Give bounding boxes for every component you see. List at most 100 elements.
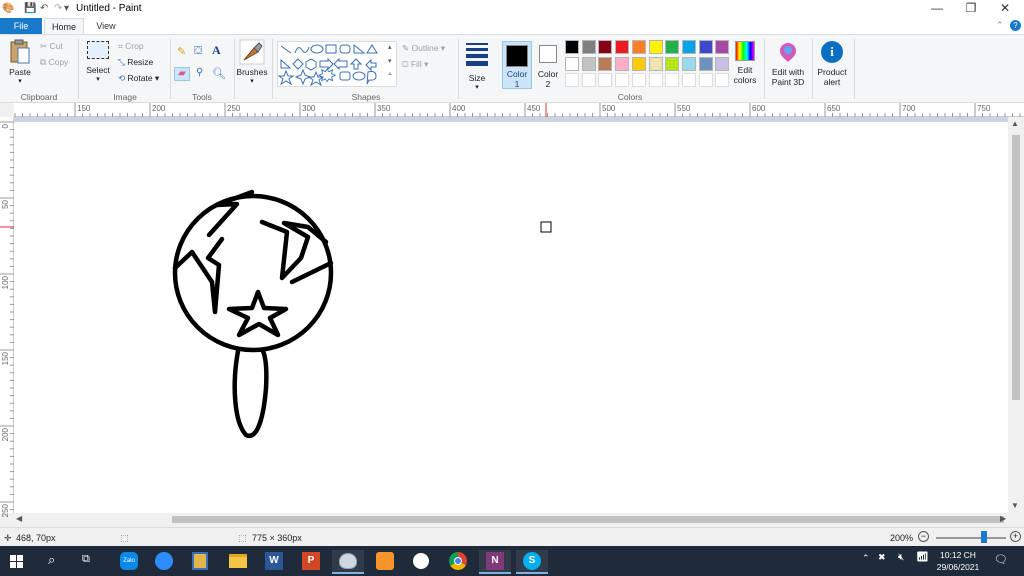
palette-swatch[interactable]	[648, 40, 663, 54]
palette-swatch-custom[interactable]	[681, 73, 696, 88]
windows-start-icon[interactable]	[10, 555, 23, 568]
scroll-down-icon[interactable]: ▼	[1011, 501, 1019, 510]
close-button[interactable]: ✕	[988, 0, 1022, 18]
taskbar-file-explorer[interactable]	[222, 550, 254, 574]
collapse-ribbon-icon[interactable]: ⌃	[996, 20, 1004, 31]
palette-swatch-custom[interactable]	[715, 73, 730, 88]
palette-swatch-custom[interactable]	[698, 73, 713, 88]
palette-swatch-custom[interactable]	[631, 73, 646, 88]
palette-swatch[interactable]	[598, 56, 613, 71]
undo-icon[interactable]: ↶	[40, 3, 48, 14]
taskbar-media[interactable]	[405, 550, 437, 574]
taskbar-snipping[interactable]	[184, 550, 216, 574]
tab-view[interactable]: View	[88, 18, 124, 34]
palette-swatch[interactable]	[581, 56, 596, 71]
shapes-scroll-down-icon[interactable]: ▾	[388, 57, 392, 65]
task-view-icon[interactable]: ⧉	[82, 553, 90, 566]
paste-dropdown-icon[interactable]: ▾	[6, 77, 34, 85]
zoom-slider-thumb[interactable]	[980, 531, 987, 543]
palette-swatch-custom[interactable]	[665, 73, 680, 88]
brushes-dropdown-icon[interactable]: ▾	[236, 77, 268, 85]
color-picker-icon[interactable]: ⚲	[196, 67, 203, 78]
palette-swatch-custom[interactable]	[565, 73, 579, 88]
brushes-button[interactable]: Brushes ▾	[236, 39, 268, 85]
paste-button[interactable]: Paste ▾	[6, 39, 34, 85]
shapes-scroll-up-icon[interactable]: ▴	[388, 43, 392, 51]
product-alert-button[interactable]: i Product alert	[814, 41, 850, 87]
palette-swatch[interactable]	[648, 56, 663, 71]
resize-button[interactable]: ⤡ Resize	[118, 57, 153, 68]
taskbar-onenote[interactable]: N	[479, 550, 511, 574]
system-clock[interactable]: 10:12 CH 29/06/2021	[930, 549, 986, 573]
tray-chevron-icon[interactable]: ⌃	[862, 553, 870, 564]
palette-swatch-custom[interactable]	[648, 73, 663, 88]
vertical-scroll-thumb[interactable]	[1012, 135, 1020, 400]
save-icon[interactable]: 💾	[24, 3, 36, 14]
select-dropdown-icon[interactable]: ▾	[84, 75, 112, 83]
select-button[interactable]: Select ▾	[84, 41, 112, 83]
eraser-icon[interactable]: ▰	[174, 67, 190, 81]
zoom-slider-track[interactable]	[936, 537, 1006, 539]
palette-swatch[interactable]	[615, 56, 630, 71]
palette-swatch-custom[interactable]	[581, 73, 596, 88]
scroll-left-icon[interactable]: ◀	[16, 514, 22, 523]
edit-colors-button[interactable]: Edit colors	[730, 41, 760, 85]
palette-swatch[interactable]	[631, 56, 646, 71]
color2-button[interactable]: Color 2	[536, 41, 560, 89]
palette-swatch[interactable]	[665, 40, 680, 54]
drawing-canvas[interactable]	[14, 122, 1008, 513]
palette-swatch[interactable]	[615, 40, 630, 54]
edit-with-paint3d-button[interactable]: Edit with Paint 3D	[766, 41, 810, 87]
zoom-in-button[interactable]: +	[1010, 531, 1021, 542]
outline-button[interactable]: ✎ Outline ▾	[402, 43, 445, 54]
tab-file[interactable]: File	[0, 18, 42, 34]
scroll-up-icon[interactable]: ▲	[1011, 119, 1019, 128]
palette-swatch[interactable]	[698, 56, 713, 71]
palette-swatch-custom[interactable]	[615, 73, 630, 88]
size-dropdown-icon[interactable]: ▾	[462, 83, 492, 91]
palette-swatch[interactable]	[565, 40, 579, 54]
palette-swatch-custom[interactable]	[598, 73, 613, 88]
pencil-icon[interactable]: ✎	[177, 45, 186, 58]
size-button[interactable]: Size ▾	[462, 41, 492, 91]
tray-app-icon[interactable]: ✖	[878, 552, 886, 563]
crop-button[interactable]: ⌗ Crop	[118, 41, 144, 52]
notifications-icon[interactable]: 🗨︎	[994, 553, 1008, 566]
palette-swatch[interactable]	[681, 40, 696, 54]
help-icon[interactable]: ?	[1010, 20, 1021, 31]
fill-bucket-icon[interactable]: ⛋	[194, 45, 202, 58]
horizontal-scrollbar[interactable]: ◀ ▶	[14, 513, 1024, 526]
paint-app-icon[interactable]: 🎨	[2, 3, 14, 14]
customize-toolbar-icon[interactable]: ▾	[64, 3, 69, 14]
palette-swatch[interactable]	[598, 40, 613, 54]
palette-swatch[interactable]	[665, 56, 680, 71]
taskbar-sublime[interactable]	[369, 550, 401, 574]
volume-muted-icon[interactable]: 🔇︎	[898, 552, 904, 563]
minimize-button[interactable]: —	[920, 0, 954, 18]
network-icon[interactable]: 📶︎	[916, 552, 929, 563]
copy-button[interactable]: ⧉ Copy	[40, 57, 68, 68]
palette-swatch[interactable]	[715, 40, 730, 54]
taskbar-skype[interactable]: S	[516, 550, 548, 574]
color1-button[interactable]: Color 1	[502, 41, 532, 89]
scroll-right-icon[interactable]: ▶	[1000, 514, 1006, 523]
shapes-gallery[interactable]	[277, 41, 397, 87]
palette-swatch[interactable]	[698, 40, 713, 54]
redo-icon[interactable]: ↷	[54, 3, 62, 14]
rotate-button[interactable]: ⟲ Rotate ▾	[118, 73, 159, 84]
fill-button[interactable]: ⛋ Fill ▾	[402, 59, 428, 70]
zoom-out-button[interactable]: −	[918, 531, 929, 542]
restore-button[interactable]: ❐	[954, 0, 988, 18]
search-icon[interactable]: ⌕	[48, 552, 55, 568]
palette-swatch[interactable]	[565, 56, 579, 71]
tab-home[interactable]: Home	[44, 18, 84, 34]
shapes-expand-icon[interactable]: ⩡	[388, 71, 392, 79]
taskbar-zoom[interactable]	[148, 550, 180, 574]
horizontal-scroll-thumb[interactable]	[172, 516, 1004, 523]
palette-swatch[interactable]	[715, 56, 730, 71]
taskbar-chrome[interactable]	[442, 550, 474, 574]
vertical-scrollbar[interactable]: ▲ ▼	[1008, 117, 1024, 513]
palette-swatch[interactable]	[581, 40, 596, 54]
palette-swatch[interactable]	[631, 40, 646, 54]
cut-button[interactable]: ✂ Cut	[40, 41, 63, 52]
